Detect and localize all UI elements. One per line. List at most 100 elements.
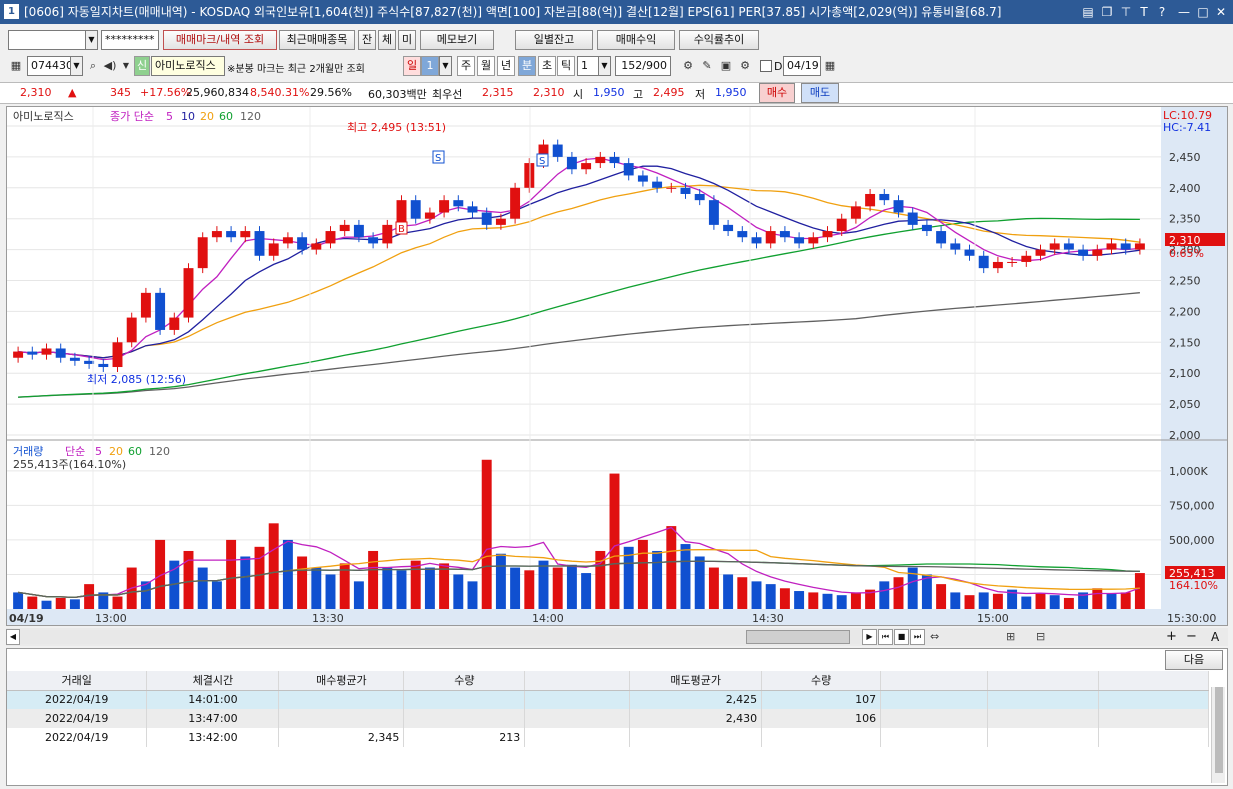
volume-bar: [353, 581, 364, 609]
col-buy-qty[interactable]: 수량: [403, 671, 526, 691]
date-checkbox[interactable]: [760, 60, 772, 72]
volume-bar: [13, 592, 24, 609]
marks-query-button[interactable]: 매매마크/내역 조회: [163, 30, 277, 50]
return-trend-button[interactable]: 수익률추이: [679, 30, 759, 50]
last-icon[interactable]: ⏭: [910, 629, 925, 645]
candle: [353, 224, 364, 238]
account-dropdown[interactable]: ▼: [85, 30, 98, 50]
table-cell: [278, 690, 405, 709]
first-icon[interactable]: ⏮: [878, 629, 893, 645]
stock-code-input[interactable]: 074430: [27, 56, 71, 76]
current-pct-text: 0.65%: [1169, 247, 1204, 260]
scroll-thumb[interactable]: [746, 630, 850, 644]
volume-bar: [964, 595, 975, 609]
next-button[interactable]: 다음: [1165, 650, 1223, 670]
compare-icon[interactable]: ⊟: [1036, 629, 1066, 645]
sell-mark[interactable]: S: [536, 153, 549, 167]
interval-input[interactable]: 1: [577, 56, 599, 76]
calendar-icon[interactable]: ▦: [822, 56, 838, 76]
font-icon[interactable]: T: [1136, 4, 1152, 20]
y-tick-label: 2,450: [1169, 151, 1201, 164]
zoom-in-icon[interactable]: +: [1166, 628, 1180, 646]
svg-text:B: B: [398, 224, 405, 235]
speaker-icon[interactable]: ◀): [102, 56, 118, 76]
maximize-icon[interactable]: □: [1195, 4, 1211, 20]
volume-bar: [112, 596, 123, 609]
table-row[interactable]: 2022/04/19 13:47:00 2,430 106: [7, 709, 1209, 728]
executed-button[interactable]: 체: [378, 30, 396, 50]
daily-balance-button[interactable]: 일별잔고: [515, 30, 593, 50]
draw-icon[interactable]: ✎: [699, 56, 715, 76]
table-scrollbar[interactable]: [1211, 687, 1225, 783]
restore-icon[interactable]: ❐: [1099, 4, 1115, 20]
stock-code-dropdown[interactable]: ▼: [70, 56, 83, 76]
volume-title: 거래량: [13, 445, 43, 458]
date-input[interactable]: 04/19: [783, 56, 821, 76]
x-tick-label: 14:00: [532, 612, 564, 625]
buy-mark[interactable]: B: [395, 221, 408, 235]
table-row[interactable]: 2022/04/19 13:42:00 2,345 213: [7, 728, 1209, 747]
x-tick-label: 13:30: [312, 612, 344, 625]
volume-bar: [836, 595, 847, 609]
period-month[interactable]: 월: [477, 56, 495, 76]
play-icon[interactable]: ▶: [862, 629, 877, 645]
col-buy-avg[interactable]: 매수평균가: [278, 671, 405, 691]
table-cell: 213: [403, 728, 526, 747]
scroll-left-icon[interactable]: ◀: [6, 629, 20, 645]
col-trade-date[interactable]: 거래일: [7, 671, 148, 691]
close-icon[interactable]: ✕: [1213, 4, 1229, 20]
period-day-count[interactable]: 1: [421, 56, 439, 76]
table-row[interactable]: 2022/04/19 14:01:00 2,425 107: [7, 690, 1209, 709]
grid-icon[interactable]: ⊞: [1006, 629, 1036, 645]
volume-bar: [708, 567, 719, 609]
chevron-down-icon[interactable]: ▼: [118, 56, 134, 76]
stock-search-icon[interactable]: ▦: [8, 56, 24, 76]
period-second[interactable]: 초: [538, 56, 556, 76]
volume-bar: [992, 593, 1003, 609]
candle: [112, 342, 123, 368]
buy-button[interactable]: 매수: [759, 83, 795, 103]
period-day[interactable]: 일: [403, 56, 421, 76]
volume-bar: [524, 570, 535, 609]
count-input[interactable]: 152/900: [615, 56, 671, 76]
sell-mark[interactable]: S: [432, 150, 445, 164]
sell-button[interactable]: 매도: [801, 83, 839, 103]
svg-text:S: S: [539, 156, 545, 167]
volume-bar: [552, 567, 563, 609]
col-sell-qty[interactable]: 수량: [761, 671, 882, 691]
col-sell-avg[interactable]: 매도평균가: [629, 671, 763, 691]
period-week[interactable]: 주: [457, 56, 475, 76]
candle: [1049, 243, 1060, 250]
account-input[interactable]: [8, 30, 86, 50]
search-icon[interactable]: ⌕: [85, 56, 101, 76]
unexecuted-button[interactable]: 미: [398, 30, 416, 50]
candle: [510, 187, 521, 219]
help-icon[interactable]: ?: [1154, 4, 1170, 20]
layout-icon[interactable]: ▤: [1080, 4, 1096, 20]
memo-button[interactable]: 메모보기: [420, 30, 494, 50]
trade-profit-button[interactable]: 매매수익: [597, 30, 675, 50]
interval-dropdown[interactable]: ▼: [598, 56, 611, 76]
indicator-icon[interactable]: ⚙: [680, 56, 696, 76]
zoom-out-icon[interactable]: −: [1186, 628, 1200, 646]
price-volume-chart[interactable]: 2,4502,4002,3502,3002,2502,2002,1502,100…: [7, 107, 1227, 625]
balance-button[interactable]: 잔: [358, 30, 376, 50]
chart-area[interactable]: 2,450 2,400 2,350 2,300 2,250 2,200 2,150 2,100…: [6, 106, 1228, 626]
password-input[interactable]: *********: [101, 30, 159, 50]
period-year[interactable]: 년: [497, 56, 515, 76]
col-exec-time[interactable]: 체결시간: [146, 671, 280, 691]
minimize-icon[interactable]: —: [1176, 4, 1192, 20]
recent-trades-button[interactable]: 최근매매종목: [279, 30, 355, 50]
zoom-slider[interactable]: ⇔: [930, 629, 1000, 645]
period-dropdown[interactable]: ▼: [439, 56, 452, 76]
volume-bar: [495, 553, 506, 609]
period-minute[interactable]: 분: [518, 56, 536, 76]
candle: [69, 357, 80, 361]
pin-icon[interactable]: ⊤: [1118, 4, 1134, 20]
save-icon[interactable]: ▣: [718, 56, 734, 76]
stop-icon[interactable]: ■: [894, 629, 909, 645]
scroll-track[interactable]: [20, 630, 860, 644]
auto-icon[interactable]: A: [1211, 628, 1225, 646]
settings-icon[interactable]: ⚙: [737, 56, 753, 76]
period-tick[interactable]: 틱: [557, 56, 575, 76]
